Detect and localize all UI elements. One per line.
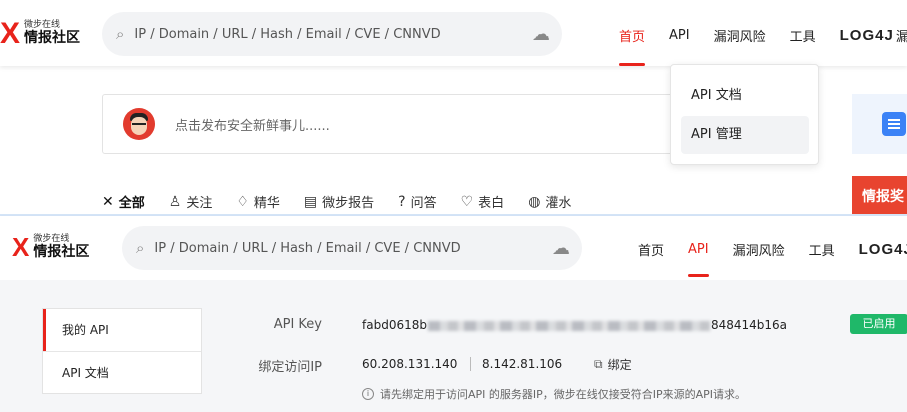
report-icon: ▤ [303, 193, 318, 210]
nav-api[interactable]: API [688, 242, 709, 277]
search-input[interactable]: IP / Domain / URL / Hash / Email / CVE /… [134, 27, 440, 42]
diamond-icon: ♢ [236, 193, 249, 210]
logo-text: 微步在线 情报社区 [33, 234, 90, 260]
logo-text: 微步在线 情报社区 [24, 20, 81, 47]
logo-title: 情报社区 [33, 243, 90, 260]
nav-home[interactable]: 首页 [638, 240, 664, 259]
api-header: X 微步在线 情报社区 ⌕ IP / Domain / URL / Hash /… [0, 216, 907, 280]
tab-label: 关注 [186, 196, 213, 211]
x-logo-icon: ✕ [102, 193, 114, 210]
tab-label: 精华 [253, 196, 280, 211]
api-key-value[interactable]: fabd0618b 848414b16a [362, 318, 787, 332]
user-follow-icon: ♙ [168, 193, 182, 210]
post-input[interactable]: 点击发布安全新鲜事儿...... [175, 115, 330, 134]
link-icon: ⧉ [594, 357, 603, 371]
bind-hint: i 请先绑定用于访问API 的服务器IP，微步在线仅接受符合IP来源的API请求… [362, 386, 746, 402]
avatar[interactable] [123, 108, 155, 140]
bound-ip-2: 8.142.81.106 [482, 357, 563, 371]
bind-label: 绑定 [607, 358, 632, 372]
document-icon [882, 112, 906, 136]
dropdown-item-api-docs[interactable]: API 文档 [681, 77, 809, 115]
logo-mark: X [12, 232, 30, 262]
search-input[interactable]: IP / Domain / URL / Hash / Email / CVE /… [154, 241, 460, 256]
tab-label: 问答 [410, 196, 437, 211]
tab-label: 微步报告 [322, 196, 375, 211]
tab-chat[interactable]: ◍ 灌水 [528, 192, 572, 212]
nav-api[interactable]: API [669, 28, 690, 43]
info-icon: i [362, 388, 374, 400]
community-page: X 微步在线 情报社区 ⌕ IP / Domain / URL / Hash /… [0, 0, 907, 214]
api-dropdown-menu: API 文档 API 管理 [670, 64, 819, 165]
tab-featured[interactable]: ♢ 精华 [236, 192, 280, 212]
water-drop-icon: ◍ [528, 193, 541, 210]
api-key-redacted [427, 320, 710, 331]
heart-icon: ♡ [460, 193, 474, 210]
nav-vuln-risk[interactable]: 漏洞风险 [714, 26, 766, 45]
search-bar[interactable]: ⌕ IP / Domain / URL / Hash / Email / CVE… [122, 226, 582, 270]
cloud-upload-icon[interactable]: ☁ [532, 24, 550, 45]
logo-title: 情报社区 [24, 30, 81, 47]
tab-label: 全部 [118, 196, 145, 211]
site-logo[interactable]: X 微步在线 情报社区 [12, 232, 89, 263]
tab-reports[interactable]: ▤ 微步报告 [303, 192, 375, 212]
tab-confession[interactable]: ♡ 表白 [460, 192, 505, 212]
api-content: 我的 API API 文档 API Key fabd0618b 848414b16… [0, 280, 907, 412]
question-icon: ? [398, 193, 406, 210]
nav-vuln-risk[interactable]: 漏洞风险 [733, 240, 785, 259]
nav-tools[interactable]: 工具 [790, 26, 816, 45]
tab-follow[interactable]: ♙ 关注 [168, 192, 213, 212]
api-management-page: X 微步在线 情报社区 ⌕ IP / Domain / URL / Hash /… [0, 214, 907, 412]
tab-all[interactable]: ✕ 全部 [102, 192, 145, 212]
tab-label: 表白 [478, 196, 505, 211]
api-key-suffix: 848414b16a [710, 318, 788, 332]
ip-divider [470, 357, 471, 371]
bound-ip-1: 60.208.131.140 [362, 357, 458, 371]
nav-log4j[interactable]: LOG4J [859, 241, 907, 258]
nav-home[interactable]: 首页 [619, 26, 646, 66]
main-nav: 首页 API 漏洞风险 工具 LOG4J [638, 240, 907, 277]
search-icon: ⌕ [116, 25, 125, 43]
nav-overflow[interactable]: 漏 [896, 26, 907, 45]
tab-label: 灌水 [545, 196, 572, 211]
side-banner[interactable]: 情报奖 [852, 176, 907, 214]
api-key-prefix: fabd0618b [362, 318, 427, 332]
logo-mark: X [0, 17, 21, 50]
cloud-upload-icon[interactable]: ☁ [552, 238, 570, 259]
search-icon: ⌕ [136, 239, 145, 257]
main-nav: 首页 API 漏洞风险 工具 LOG4J 漏 [619, 26, 907, 66]
screen: X 微步在线 情报社区 ⌕ IP / Domain / URL / Hash /… [0, 0, 907, 412]
api-key-panel: API Key fabd0618b 848414b16a 已启用 绑定访问IP 6… [232, 302, 907, 412]
top-header: X 微步在线 情报社区 ⌕ IP / Domain / URL / Hash /… [0, 0, 907, 66]
side-doc-card[interactable] [852, 94, 907, 154]
bound-ip-label: 绑定访问IP [258, 360, 322, 375]
site-logo[interactable]: X 微步在线 情报社区 [0, 17, 80, 51]
menu-item-api-docs[interactable]: API 文档 [43, 351, 201, 393]
category-tabs: ✕ 全部 ♙ 关注 ♢ 精华 ▤ 微步报告 ? 问答 ♡ 表白 ◍ 灌水 [102, 192, 595, 212]
nav-tools[interactable]: 工具 [809, 240, 835, 259]
bind-ip-button[interactable]: ⧉ 绑定 [594, 356, 632, 373]
search-bar[interactable]: ⌕ IP / Domain / URL / Hash / Email / CVE… [102, 12, 562, 56]
nav-log4j[interactable]: LOG4J [840, 27, 894, 44]
bind-hint-text: 请先绑定用于访问API 的服务器IP，微步在线仅接受符合IP来源的API请求。 [380, 388, 747, 401]
tab-qa[interactable]: ? 问答 [398, 192, 437, 212]
api-key-label: API Key [273, 317, 322, 332]
menu-item-my-api[interactable]: 我的 API [43, 309, 201, 351]
api-side-menu: 我的 API API 文档 [42, 308, 202, 394]
status-badge: 已启用 [850, 314, 907, 334]
dropdown-item-api-manage[interactable]: API 管理 [681, 116, 809, 154]
